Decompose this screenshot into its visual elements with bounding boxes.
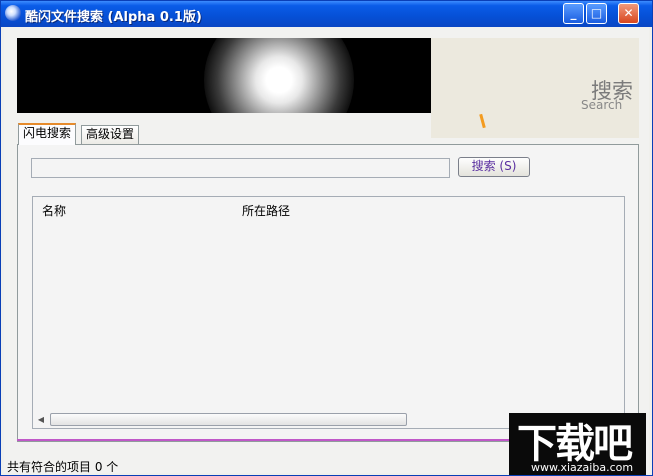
progress-divider bbox=[17, 439, 515, 441]
logo-mark-icon bbox=[479, 113, 486, 129]
client-area: 搜索 Search 闪电搜索 高级设置 搜索 (S) 名称 所在路径 ◀ 共有符… bbox=[4, 27, 649, 474]
window-title: 酷闪文件搜索 (Alpha 0.1版) bbox=[25, 10, 202, 25]
logo-subtext: Search bbox=[581, 98, 623, 112]
status-text: 共有符合的项目 0 个 bbox=[7, 460, 119, 474]
column-header-path[interactable]: 所在路径 bbox=[242, 202, 290, 219]
watermark-logo: 下载吧 www.xiazaiba.com bbox=[509, 413, 646, 475]
tab-advanced-settings[interactable]: 高级设置 bbox=[81, 125, 140, 144]
search-input[interactable] bbox=[31, 158, 450, 178]
scroll-left-icon[interactable]: ◀ bbox=[35, 413, 47, 426]
watermark-url: www.xiazaiba.com bbox=[531, 461, 634, 474]
app-icon bbox=[5, 5, 21, 21]
minimize-button[interactable]: _ bbox=[563, 3, 584, 24]
maximize-button[interactable]: □ bbox=[586, 3, 607, 24]
scroll-thumb[interactable] bbox=[50, 413, 407, 426]
banner-glow bbox=[204, 38, 354, 113]
search-button[interactable]: 搜索 (S) bbox=[458, 157, 530, 177]
close-button[interactable]: ✕ bbox=[618, 3, 639, 24]
search-tab-panel: 搜索 (S) 名称 所在路径 ◀ bbox=[17, 144, 639, 442]
app-window: 酷闪文件搜索 (Alpha 0.1版) _ □ ✕ 搜索 Search 闪电搜索… bbox=[0, 0, 653, 476]
tab-lightning-search[interactable]: 闪电搜索 bbox=[18, 123, 77, 145]
column-header-name[interactable]: 名称 bbox=[42, 202, 66, 219]
logo-panel: 搜索 Search bbox=[431, 38, 639, 138]
results-list[interactable]: 名称 所在路径 ◀ bbox=[32, 196, 625, 429]
title-bar[interactable]: 酷闪文件搜索 (Alpha 0.1版) _ □ ✕ bbox=[1, 1, 652, 27]
